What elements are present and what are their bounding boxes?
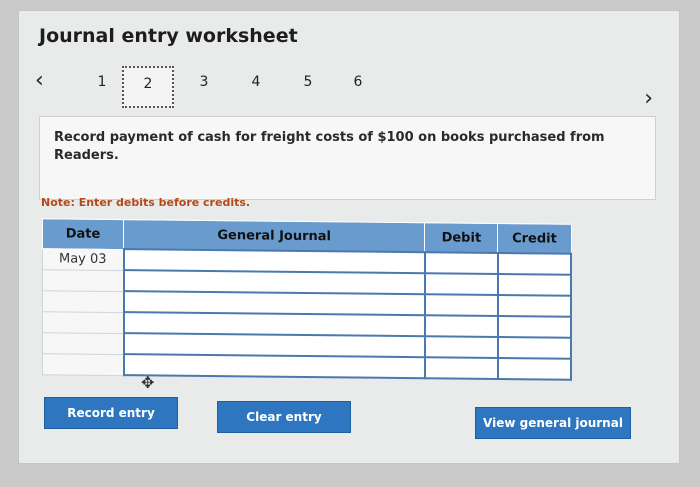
step-6[interactable]: 6 xyxy=(343,74,373,90)
column-header-credit: Credit xyxy=(497,223,571,254)
date-cell xyxy=(42,269,124,292)
date-cell xyxy=(42,332,124,355)
transaction-description-box: Record payment of cash for freight costs… xyxy=(39,116,656,200)
table-row xyxy=(42,353,571,380)
chevron-right-icon[interactable]: › xyxy=(644,86,653,111)
column-header-date: Date xyxy=(42,218,124,250)
journal-table: Date General Journal Debit Credit May 03 xyxy=(42,218,572,381)
step-pager: ‹ 1 2 3 4 5 6 › xyxy=(19,66,679,116)
credit-input[interactable] xyxy=(497,252,571,275)
date-cell xyxy=(42,353,124,376)
account-input[interactable] xyxy=(123,354,425,379)
debit-input[interactable] xyxy=(424,252,498,274)
step-5[interactable]: 5 xyxy=(293,74,323,90)
view-general-journal-button[interactable]: View general journal xyxy=(475,407,631,439)
entry-note: Note: Enter debits before credits. xyxy=(41,196,251,209)
step-1[interactable]: 1 xyxy=(87,74,117,90)
credit-input[interactable] xyxy=(497,336,571,359)
debit-input[interactable] xyxy=(424,294,498,316)
debit-input[interactable] xyxy=(424,315,498,337)
column-header-general-journal: General Journal xyxy=(123,219,425,253)
step-2[interactable]: 2 xyxy=(122,66,174,108)
credit-input[interactable] xyxy=(497,273,571,296)
move-cursor-icon: ✥ xyxy=(141,373,155,392)
debit-input[interactable] xyxy=(424,273,498,295)
credit-input[interactable] xyxy=(497,315,571,338)
date-cell: May 03 xyxy=(42,248,124,271)
record-entry-button[interactable]: Record entry xyxy=(44,397,178,429)
column-header-debit: Debit xyxy=(424,222,498,253)
step-3[interactable]: 3 xyxy=(189,74,219,90)
credit-input[interactable] xyxy=(497,357,571,380)
date-cell xyxy=(42,311,124,334)
debit-input[interactable] xyxy=(424,357,498,379)
date-cell xyxy=(42,290,124,313)
credit-input[interactable] xyxy=(497,294,571,317)
transaction-description: Record payment of cash for freight costs… xyxy=(54,130,605,163)
chevron-left-icon[interactable]: ‹ xyxy=(35,68,44,93)
page-title: Journal entry worksheet xyxy=(39,25,298,47)
journal-entry-panel: Journal entry worksheet ‹ 1 2 3 4 5 6 › … xyxy=(18,10,680,464)
step-4[interactable]: 4 xyxy=(241,74,271,90)
clear-entry-button[interactable]: Clear entry xyxy=(217,401,351,433)
debit-input[interactable] xyxy=(424,336,498,358)
